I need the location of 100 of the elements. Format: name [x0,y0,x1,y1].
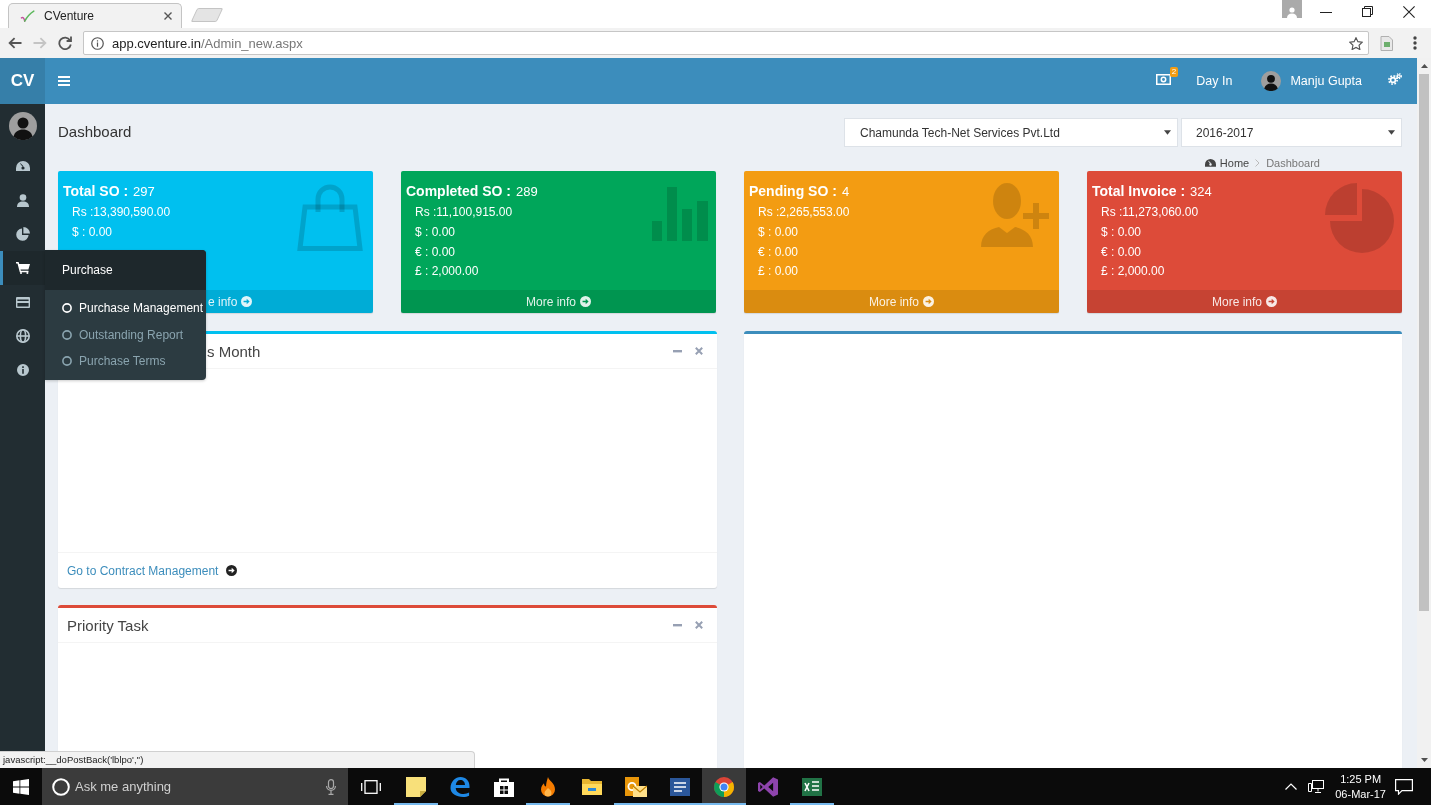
gears-icon[interactable] [1388,73,1402,85]
close-icon[interactable] [164,12,172,20]
note-icon [406,776,426,797]
minus-icon[interactable] [672,349,682,353]
more-info-link[interactable]: e info [206,290,373,313]
chevron-icon [1255,159,1261,167]
menu-icon[interactable] [58,76,70,86]
taskbar-button[interactable] [702,768,746,805]
amount-line: € : 0.00 [1100,243,1142,261]
caret-down-icon [1164,130,1171,135]
card-count: 324 [1190,183,1212,201]
caret-down-icon [1388,130,1395,135]
check-icon [20,9,35,23]
browser-tab[interactable]: CVenture [8,3,182,28]
day-in-link[interactable]: Day In [1196,74,1233,88]
avatar-icon[interactable] [1261,71,1282,91]
clock-time[interactable]: 1:25 PM [1340,771,1382,787]
card-title: Pending SO : [749,182,837,201]
circle-icon [62,329,72,340]
card-count: 297 [133,183,155,201]
circle-icon [62,303,72,314]
task-view-icon [361,779,381,794]
panel-title: s Month [207,342,261,360]
amount-line: $ : 0.00 [71,223,113,241]
folder-icon [582,778,602,795]
breadcrumb-current: Dashboard [1266,157,1320,169]
person-icon [1287,7,1297,18]
chat-bubble-icon[interactable] [1395,778,1413,795]
dashboard-icon [15,161,30,171]
card-title: Completed SO : [406,182,511,201]
scrollbar-thumb[interactable] [1419,74,1429,611]
network-icon[interactable] [1308,779,1325,794]
amount-line: £ : 0.00 [757,263,799,281]
sidebar-item[interactable] [0,251,45,285]
back-icon[interactable] [8,37,22,49]
info-icon [16,364,29,376]
chevron-up-icon[interactable] [1285,783,1298,790]
window-panes-icon [13,778,29,795]
circle-icon [62,356,72,367]
card-title: Total Invoice : [1092,182,1186,201]
minus-icon[interactable] [672,623,682,627]
search-box[interactable]: Ask me anything [42,768,348,805]
document-icon [670,777,690,796]
notification-badge: 2 [1169,66,1179,77]
bar-chart-icon [652,187,708,241]
flame-icon [539,776,557,797]
card-title: Total SO : [63,182,129,201]
amount-line: Rs :11,100,915.00 [414,204,513,221]
year-select[interactable]: 2016-2017 [1181,118,1402,147]
submenu-item[interactable]: Purchase Terms [45,348,206,375]
amount-line: € : 0.00 [757,243,799,261]
amount-line: € : 0.00 [414,243,456,261]
more-icon[interactable] [1413,36,1417,50]
credit-card-icon [15,296,30,308]
page-title: Dashboard [58,122,132,140]
more-info-link[interactable]: More info [401,290,716,313]
breadcrumb-link[interactable]: Home [1219,157,1250,169]
star-icon[interactable] [1349,36,1363,50]
amount-line: £ : 2,000.00 [1100,263,1165,281]
restore-icon[interactable] [1362,6,1373,17]
user-plus-icon [981,181,1051,247]
amount-line: Rs :13,390,590.00 [71,204,171,221]
status-url: javascript:__doPostBack('lblpo','') [0,751,475,768]
clock-date[interactable]: 06-Mar-17 [1335,786,1386,802]
amount-line: $ : 0.00 [414,223,456,241]
company-select[interactable]: Chamunda Tech-Net Services Pvt.Ltd [844,118,1178,147]
card-count: 289 [516,183,538,201]
envelope-icon [625,776,647,797]
info-icon[interactable] [91,36,104,50]
segmented-circle-icon [714,776,734,797]
reload-icon[interactable] [58,36,72,50]
avatar-icon [8,112,37,140]
user-name[interactable]: Manju Gupta [1290,74,1362,88]
ribbon-icon [758,776,778,797]
amount-line: Rs :2,265,553.00 [757,204,850,221]
caret-down-icon[interactable] [1420,758,1428,762]
more-info-link[interactable]: More info [744,290,1059,313]
app-logo[interactable]: CV [0,58,45,104]
pie-chart-icon [1322,181,1394,253]
microphone-icon[interactable] [326,778,336,795]
shopping-bag-icon [494,776,514,797]
more-info-link[interactable]: More info [1087,290,1402,313]
contract-link[interactable]: Go to Contract Management [67,563,238,578]
submenu-item[interactable]: Purchase Management [45,295,206,322]
cart-icon [15,262,30,274]
address-bar[interactable]: app.cventure.in/Admin_new.aspx [83,31,1369,55]
card-count: 4 [841,183,850,201]
dashboard-icon [1204,159,1216,167]
user-icon [16,193,29,207]
search-field[interactable]: Ask me anything [75,779,326,794]
circle-icon [52,777,70,796]
pie-chart-icon [15,227,30,241]
caret-up-icon[interactable] [1420,64,1428,68]
amount-line: Rs :11,273,060.00 [1100,204,1199,221]
e-logo-icon [450,776,470,797]
close-icon[interactable] [1403,6,1415,18]
spreadsheet-icon [802,777,822,796]
banknote-icon[interactable] [1156,73,1172,85]
submenu-item[interactable]: Outstanding Report [45,321,206,348]
menu-header[interactable]: Purchase [45,250,206,290]
